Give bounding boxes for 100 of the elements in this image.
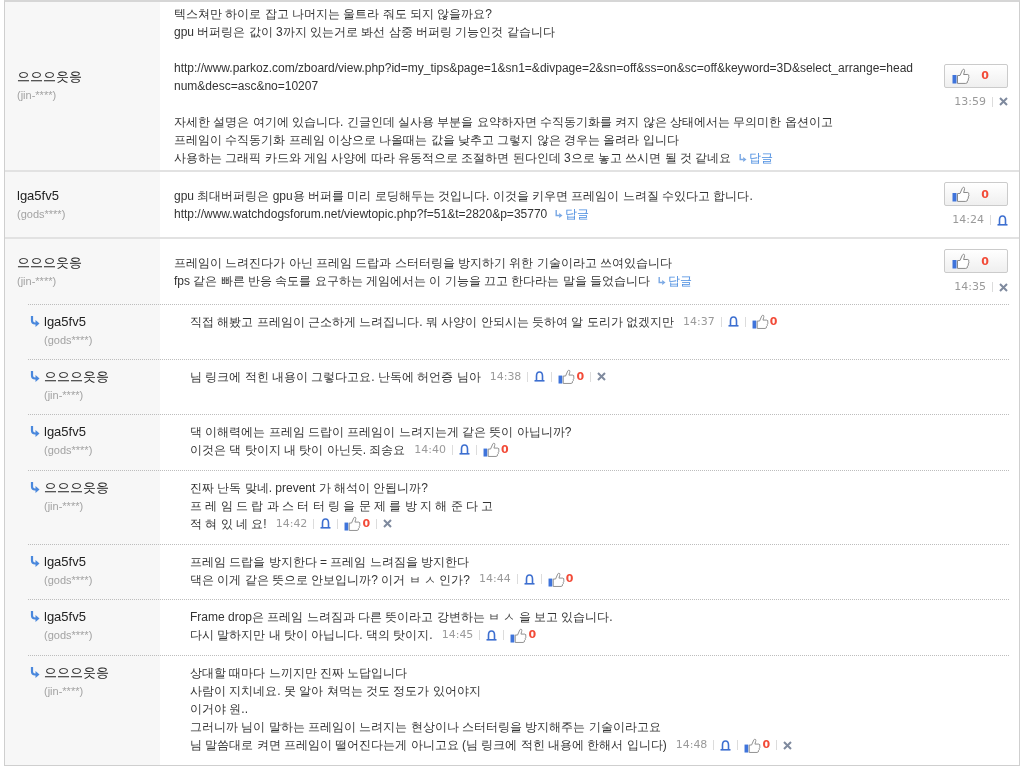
comment-text: 님 말씀대로 켜면 프레임이 떨어진다는게 아니고요 (님 링크에 적힌 내용에 한해서 입니다) (190, 738, 667, 753)
close-icon[interactable] (999, 97, 1008, 106)
comment-text: gpu 버퍼링은 값이 3까지 있는거로 봐선 삼중 버퍼링 기능인것 같습니다 (174, 25, 555, 39)
bell-icon[interactable] (486, 629, 498, 641)
author-name: lga5fv5 (44, 552, 86, 571)
comment-text: 그러니까 님이 말하는 프레임이 느려지는 현상이나 스터터링을 방지해주는 기술이라고요 (190, 720, 661, 735)
author-name: lga5fv5 (44, 608, 86, 627)
thumbs-up-icon (744, 737, 762, 753)
like-button[interactable]: 0 (483, 440, 509, 459)
author-id: (gods****) (44, 628, 93, 644)
comment-text: 이거야 원.. (190, 702, 248, 717)
comment-time: 14:24 (952, 213, 984, 227)
like-button[interactable]: 0 (547, 570, 574, 589)
comment-text: 텍스쳐만 하이로 잡고 나머지는 울트라 줘도 되지 않을까요? (174, 7, 492, 21)
comment-text: 다시 말하지만 내 탓이 아닙니다. 댁의 탓이지. (190, 628, 433, 643)
comment-text: http://www.parkoz.com/zboard/view.php?id=my_tips&page=1&sn1=&divpage=2&sn=off&ss=on&sc=off&keyword=3D&select_arrange=headnum&desc=asc&no=10207 (174, 61, 914, 93)
comment-text: 댁은 이게 같은 뜻으로 안보입니까? 이거 ㅂ ㅅ 인가? (190, 572, 471, 587)
thumbs-up-icon (952, 253, 970, 269)
reply-arrow-icon (555, 209, 564, 218)
reply-arrow-icon (30, 426, 40, 438)
comment-text: 상대할 때마다 느끼지만 진짜 노답입니다 (190, 666, 408, 681)
comment-text: gpu 최대버퍼링은 gpu용 버퍼를 미리 로딩해두는 것입니다. 이것을 키우면 프레임이 느려질 수있다고 합니다. (174, 188, 753, 203)
author-name: 으으으읏응 (17, 68, 82, 86)
comment-time: 14:35 (954, 280, 986, 294)
comment-time: 14:37 (683, 314, 715, 329)
close-icon[interactable] (783, 740, 793, 750)
author-name: lga5fv5 (17, 186, 59, 205)
thumbs-up-icon (952, 186, 970, 202)
author-id: (jin-****) (44, 498, 84, 514)
like-button[interactable]: 0 (510, 626, 537, 645)
close-icon[interactable] (383, 519, 393, 529)
comment-time: 14:44 (479, 572, 511, 587)
author-id: (gods****) (44, 572, 93, 588)
reply-arrow-icon (658, 276, 666, 285)
author-id: (jin-****) (44, 684, 84, 700)
comment-text: 사람이 지치네요. 못 알아 쳐먹는 것도 정도가 있어야지 (190, 684, 481, 699)
reply-arrow-icon (739, 154, 748, 162)
author-id: (jin-****) (17, 88, 57, 103)
bell-icon[interactable] (459, 444, 471, 456)
reply-link[interactable]: 답글 (555, 204, 590, 223)
thumbs-up-icon (344, 516, 362, 532)
like-button[interactable]: 0 (944, 182, 1008, 206)
comment-text: http://www.watchdogsforum.net/viewtopic.php?f=51&t=2820&p=35770 (174, 206, 548, 221)
bell-icon[interactable] (534, 371, 546, 383)
author-id: (jin-****) (17, 273, 57, 289)
comment-text: 자세한 설명은 여기에 있습니다. 긴글인데 실사용 부분을 요약하자면 수직동기화를 켜지 않은 상태에서는 무의미한 옵션이고 (174, 115, 833, 129)
comment-text: 프레임이 수직동기화 프레임 이상으로 나올때는 값을 낮추고 그렇지 않은 경우는 올려라 입니다 (174, 133, 679, 147)
author-name: lga5fv5 (44, 423, 86, 441)
reply-arrow-icon (30, 371, 40, 383)
like-button[interactable]: 0 (751, 312, 778, 331)
reply-link[interactable]: 답글 (739, 149, 774, 167)
bell-icon[interactable] (320, 518, 332, 530)
author-name: 으으으읏응 (44, 664, 109, 683)
comment-text: 직접 해봤고 프레임이 근소하게 느려집니다. 뭐 사양이 안되시는 듯하여 알 도리가 없겠지만 (190, 315, 674, 329)
comment-text: 적 혀 있 네 요! (190, 516, 267, 531)
like-button[interactable]: 0 (558, 367, 585, 386)
reply-arrow-icon (30, 555, 40, 568)
thumbs-up-icon (558, 369, 576, 385)
author-id: (gods****) (44, 443, 93, 458)
reply-arrow-icon (30, 611, 40, 624)
like-button[interactable]: 0 (944, 63, 1008, 88)
comment-time: 14:48 (675, 738, 708, 753)
author-name: 으으으읏응 (44, 368, 109, 386)
comment-text: 프레임이 느려진다가 아닌 프레임 드랍과 스터터링을 방지하기 위한 기술이라고 쓰여있습니다 (174, 255, 672, 270)
like-button[interactable]: 0 (344, 514, 371, 533)
author-name: lga5fv5 (44, 313, 86, 331)
comment-text: 사용하는 그래픽 카드와 게임 사양에 따라 유동적으로 조절하면 된다인데 3으로 놓고 쓰시면 될 것 같네요 (174, 151, 732, 165)
thumbs-up-icon (751, 314, 769, 330)
comment-time: 14:45 (441, 628, 474, 643)
thumbs-up-icon (547, 572, 565, 587)
comment-text: 프레임 드랍을 방지한다 = 프레임 느려짐을 방지한다 (190, 554, 469, 569)
thumbs-up-icon (510, 627, 528, 643)
reply-arrow-icon (30, 481, 40, 494)
comment-text: 이것은 댁 탓이지 내 탓이 아닌듯. 죄송요 (190, 443, 406, 457)
comment-time: 14:40 (414, 442, 447, 457)
bell-icon[interactable] (523, 574, 535, 585)
like-button[interactable]: 0 (744, 736, 771, 755)
close-icon[interactable] (597, 372, 607, 382)
comment-text: Frame drop은 프레임 느려짐과 다른 뜻이라고 강변하는 ㅂ ㅅ 을 보고 있습니다. (190, 610, 613, 625)
thumbs-up-icon (952, 67, 970, 84)
close-icon[interactable] (999, 282, 1008, 292)
comment-time: 14:42 (275, 516, 308, 531)
reply-link[interactable]: 답글 (658, 271, 692, 290)
comment-text: 댁 이해력에는 프레임 드랍이 프레임이 느려지는게 같은 뜻이 아닙니까? (190, 425, 572, 439)
comment-text: 프 레 임 드 랍 과 스 터 터 링 을 문 제 를 방 지 해 준 다 고 (190, 498, 494, 513)
author-name: 으으으읏응 (17, 253, 82, 272)
author-id: (jin-****) (44, 388, 84, 403)
reply-arrow-icon (30, 316, 40, 328)
comment-time: 13:59 (954, 94, 986, 109)
author-name: 으으으읏응 (44, 478, 109, 497)
reply-arrow-icon (30, 667, 40, 680)
thumbs-up-icon (483, 442, 501, 458)
bell-icon[interactable] (720, 739, 732, 751)
comment-time: 14:38 (489, 369, 522, 384)
bell-icon[interactable] (997, 214, 1008, 226)
author-id: (gods****) (17, 206, 66, 222)
bell-icon[interactable] (727, 316, 739, 328)
author-id: (gods****) (44, 333, 93, 348)
comment-text: 님 링크에 적힌 내용이 그렇다고요. 난독에 허언증 님아 (190, 370, 481, 384)
like-button[interactable]: 0 (944, 249, 1008, 273)
